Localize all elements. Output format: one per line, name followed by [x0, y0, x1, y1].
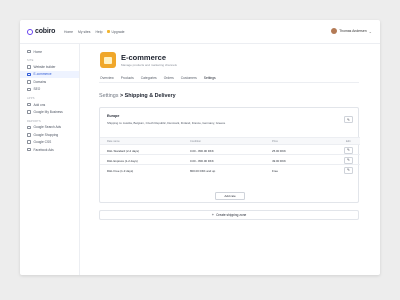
sidebar-item-google-my-business[interactable]: Google My Business: [20, 108, 79, 115]
user-name: Thomas Andersen: [339, 29, 367, 33]
sidebar-item-label: Add ons: [33, 102, 46, 107]
pencil-icon: ✎: [346, 117, 350, 122]
home-icon: [27, 49, 31, 54]
column-header-rate-name: Rate name: [107, 140, 120, 144]
table-row: DHL Express (1-2 days) 0.00 - 800.00 DKK…: [100, 155, 360, 165]
rate-name: DHL Express (1-2 days): [107, 158, 138, 163]
rates-table-header: Rate name Condition Price Edit: [100, 137, 360, 145]
column-header-edit: Edit: [346, 140, 351, 144]
top-nav-links: Home My sites Help Upgrade: [64, 30, 124, 34]
rate-condition: 0.00 - 800.00 DKK: [190, 158, 214, 163]
pencil-icon: ✎: [346, 168, 350, 172]
column-header-price: Price: [272, 140, 278, 144]
zone-countries: Shipping to: Austria, Belgium, Czech Rep…: [107, 121, 226, 125]
ecommerce-app-icon: [100, 52, 116, 68]
sidebar-section-site: SITE: [27, 59, 34, 63]
tab-divider: [99, 82, 359, 83]
search-icon: [27, 125, 31, 130]
sidebar-item-facebook-ads[interactable]: Facebook Ads: [20, 146, 79, 153]
cart-icon: [27, 72, 31, 77]
sidebar-item-label: Website builder: [33, 65, 56, 70]
breadcrumb: Settings > Shipping & Delivery: [99, 93, 176, 99]
rate-price: 25.00 DKK: [272, 148, 286, 153]
sidebar-item-label: Google Shopping: [33, 132, 59, 137]
page-subtitle: Manage products and marketing channels: [121, 63, 177, 67]
avatar: [331, 28, 338, 34]
chart-icon: [27, 140, 31, 144]
sidebar-item-label: Google Search Ads: [33, 125, 61, 130]
sidebar-item-add-ons[interactable]: Add ons: [20, 101, 79, 108]
rate-name: DHL Standard (2-4 days): [107, 148, 140, 153]
sidebar-item-website-builder[interactable]: Website builder: [20, 63, 79, 70]
app-window: cobiro Home My sites Help Upgrade Thomas…: [20, 20, 380, 275]
nav-help-link[interactable]: Help: [95, 30, 102, 34]
breadcrumb-separator: >: [119, 93, 124, 99]
tag-icon: [27, 133, 31, 137]
sidebar-item-google-css[interactable]: Google CSS: [20, 139, 79, 146]
breadcrumb-current: Shipping & Delivery: [124, 93, 176, 99]
edit-rate-button[interactable]: ✎: [344, 156, 353, 164]
top-navigation: cobiro Home My sites Help Upgrade Thomas…: [20, 20, 380, 44]
zone-title: Europe: [107, 114, 120, 118]
pencil-icon: ✎: [346, 148, 350, 152]
chevron-down-icon: ⌄: [368, 28, 372, 34]
edit-zone-button[interactable]: ✎: [344, 116, 353, 123]
seo-icon: [27, 87, 31, 91]
nav-home-link[interactable]: Home: [64, 30, 73, 34]
upgrade-label: Upgrade: [111, 29, 125, 34]
sidebar-item-label: SEO: [33, 87, 41, 92]
sidebar-item-label: Home: [33, 49, 43, 54]
upgrade-icon: [107, 30, 111, 33]
edit-rate-button[interactable]: ✎: [344, 146, 353, 154]
globe-icon: [27, 80, 31, 84]
rate-price: Free: [272, 168, 278, 173]
table-row: DHL Free (1-3 days) 800.00 DKK and up Fr…: [100, 165, 360, 175]
breadcrumb-parent[interactable]: Settings: [99, 93, 118, 99]
sidebar-item-label: Google My Business: [33, 110, 63, 115]
sidebar-section-apps: APPS: [27, 96, 35, 100]
upgrade-link[interactable]: Upgrade: [107, 30, 124, 34]
column-header-condition: Condition: [190, 140, 201, 144]
logo-mark-icon: [27, 28, 33, 35]
page-title: E-commerce: [121, 53, 167, 62]
user-menu[interactable]: Thomas Andersen ⌄: [331, 28, 372, 34]
nav-my-sites-link[interactable]: My sites: [78, 30, 90, 34]
page-header: E-commerce Manage products and marketing…: [100, 52, 177, 68]
facebook-icon: [27, 147, 31, 152]
shipping-zone-card: Europe Shipping to: Austria, Belgium, Cz…: [99, 107, 360, 203]
sidebar-item-seo[interactable]: SEO: [20, 86, 79, 93]
plus-icon: +: [211, 212, 215, 217]
create-shipping-zone-button[interactable]: + Create shipping zone: [99, 210, 359, 220]
sidebar-item-domains[interactable]: Domains: [20, 78, 79, 85]
sidebar-item-home[interactable]: Home: [20, 48, 79, 55]
rate-price: 49.00 DKK: [272, 158, 286, 163]
table-row: DHL Standard (2-4 days) 0.00 - 800.00 DK…: [100, 145, 360, 155]
add-rate-button[interactable]: Add rate: [215, 192, 245, 200]
sidebar-item-label: Domains: [33, 79, 47, 84]
sidebar-item-google-search-ads[interactable]: Google Search Ads: [20, 124, 79, 131]
sidebar-item-label: Facebook Ads: [33, 147, 54, 152]
rate-name: DHL Free (1-3 days): [107, 168, 134, 173]
sidebar-section-reports: REPORTS: [27, 119, 41, 123]
sidebar-item-label: Google CSS: [33, 140, 52, 145]
sidebar: Home SITE Website builder E-commerce Dom…: [20, 44, 80, 275]
edit-rate-button[interactable]: ✎: [344, 166, 353, 174]
rate-condition: 0.00 - 800.00 DKK: [190, 148, 214, 153]
rate-condition: 800.00 DKK and up: [190, 168, 216, 173]
logo-text: cobiro: [35, 28, 56, 35]
sidebar-item-google-shopping[interactable]: Google Shopping: [20, 131, 79, 138]
plus-icon: [27, 102, 31, 107]
website-icon: [27, 65, 31, 69]
sidebar-item-ecommerce[interactable]: E-commerce: [20, 70, 79, 79]
cobiro-logo[interactable]: cobiro: [27, 28, 63, 35]
pencil-icon: ✎: [346, 158, 350, 162]
create-zone-label: Create shipping zone: [216, 213, 247, 217]
sidebar-item-label: E-commerce: [33, 72, 52, 77]
store-icon: [27, 110, 31, 114]
